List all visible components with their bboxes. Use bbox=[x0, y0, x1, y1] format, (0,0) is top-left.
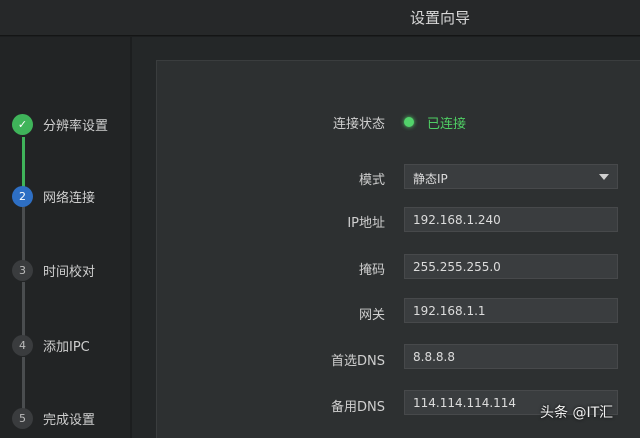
step-number: 5 bbox=[12, 407, 33, 429]
window-title: 设置向导 bbox=[409, 9, 470, 27]
wizard-steps-sidebar: ✓ 分辨率设置 2 网络连接 3 时间校对 4 添加IPC 5 完成设置 bbox=[0, 37, 130, 438]
step-time[interactable]: 3 时间校对 bbox=[12, 259, 130, 281]
step-network[interactable]: 2 网络连接 bbox=[12, 185, 130, 207]
step-number: 4 bbox=[12, 334, 33, 356]
mask-label: 掩码 bbox=[358, 263, 385, 278]
step-label: 添加IPC bbox=[43, 339, 90, 355]
dns1-label: 首选DNS bbox=[331, 354, 385, 369]
subnet-mask-input[interactable]: 255.255.255.0 bbox=[404, 254, 618, 279]
step-label: 分辨率设置 bbox=[43, 118, 109, 134]
step-label: 完成设置 bbox=[43, 412, 96, 428]
status-value: 已连接 bbox=[427, 117, 467, 132]
mode-select[interactable]: 静态IP bbox=[404, 164, 618, 189]
step-finish[interactable]: 5 完成设置 bbox=[12, 407, 130, 429]
watermark: 头条 @IT汇 bbox=[540, 402, 613, 422]
watermark-text: 头条 @IT汇 bbox=[540, 405, 614, 421]
primary-dns-input[interactable]: 8.8.8.8 bbox=[404, 344, 618, 369]
network-form-panel bbox=[156, 60, 640, 438]
step-label: 时间校对 bbox=[43, 264, 96, 280]
progress-track-done bbox=[22, 137, 25, 191]
mode-label: 模式 bbox=[358, 173, 385, 188]
ip-label: IP地址 bbox=[347, 216, 385, 231]
step-label: 网络连接 bbox=[43, 190, 96, 206]
mode-value: 静态IP bbox=[413, 172, 448, 186]
step-number: 3 bbox=[12, 259, 33, 281]
gateway-label: 网关 bbox=[358, 308, 385, 323]
progress-track bbox=[22, 282, 25, 342]
status-label: 连接状态 bbox=[332, 117, 385, 132]
title-bar: 设置向导 bbox=[0, 0, 640, 36]
step-add-ipc[interactable]: 4 添加IPC bbox=[12, 334, 130, 356]
dns2-label: 备用DNS bbox=[331, 400, 385, 415]
ip-address-input[interactable]: 192.168.1.240 bbox=[404, 207, 618, 232]
progress-track bbox=[22, 207, 25, 267]
check-icon: ✓ bbox=[12, 113, 33, 135]
chevron-down-icon bbox=[599, 174, 609, 180]
gateway-input[interactable]: 192.168.1.1 bbox=[404, 298, 618, 323]
step-number: 2 bbox=[12, 185, 33, 207]
step-resolution[interactable]: ✓ 分辨率设置 bbox=[12, 113, 130, 135]
status-indicator-icon bbox=[404, 117, 414, 127]
